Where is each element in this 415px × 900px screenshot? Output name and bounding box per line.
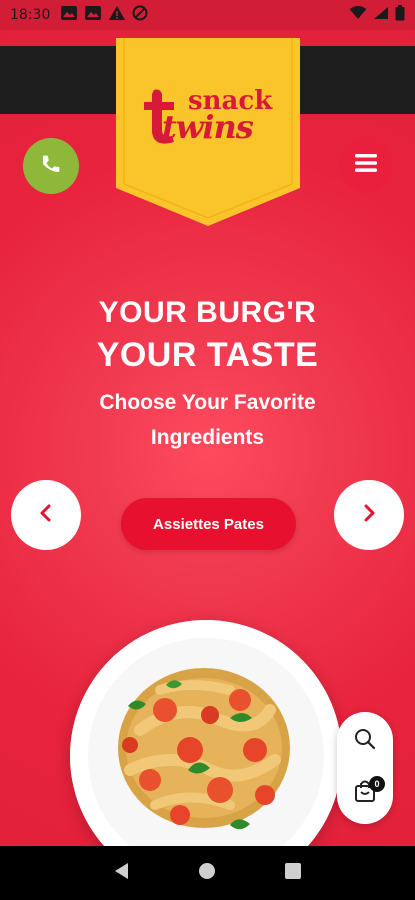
chevron-left-icon: [39, 504, 53, 527]
back-triangle-icon[interactable]: [114, 862, 130, 885]
cart-button[interactable]: 0: [337, 768, 393, 818]
signal-icon: [373, 6, 389, 24]
system-nav-bar: [0, 846, 415, 900]
search-button[interactable]: [337, 716, 393, 766]
chevron-right-icon: [362, 504, 376, 527]
floating-toolbar: 0: [337, 712, 393, 824]
home-circle-icon[interactable]: [198, 862, 216, 885]
hero-subtitle-line1: Choose Your Favorite: [99, 391, 316, 414]
carousel-prev-button[interactable]: [11, 480, 81, 550]
search-icon: [354, 728, 376, 755]
status-bar: 18:30: [0, 0, 415, 30]
phone-icon: [41, 154, 61, 179]
status-right: [349, 5, 405, 25]
status-time: 18:30: [10, 7, 51, 23]
hero-headline-line1: YOUR BURG'R: [98, 296, 317, 329]
wifi-icon: [349, 6, 367, 24]
menu-button[interactable]: [339, 138, 393, 192]
blocked-icon: [132, 5, 148, 25]
cart-count-badge: 0: [369, 776, 385, 792]
hero-subtitle-line2: Ingredients: [150, 426, 265, 449]
gallery-icon: [84, 5, 102, 25]
logo-word-bottom: twins: [162, 108, 254, 146]
warning-icon: [108, 5, 126, 25]
battery-icon: [395, 5, 405, 25]
call-button[interactable]: [23, 138, 79, 194]
gallery-icon: [60, 5, 78, 25]
hero-headline-line2: YOUR TASTE: [96, 336, 319, 374]
carousel-next-button[interactable]: [334, 480, 404, 550]
recents-square-icon[interactable]: [284, 862, 301, 884]
hamburger-menu-icon: [355, 153, 377, 177]
category-cta-button[interactable]: Assiettes Pates: [121, 498, 296, 550]
